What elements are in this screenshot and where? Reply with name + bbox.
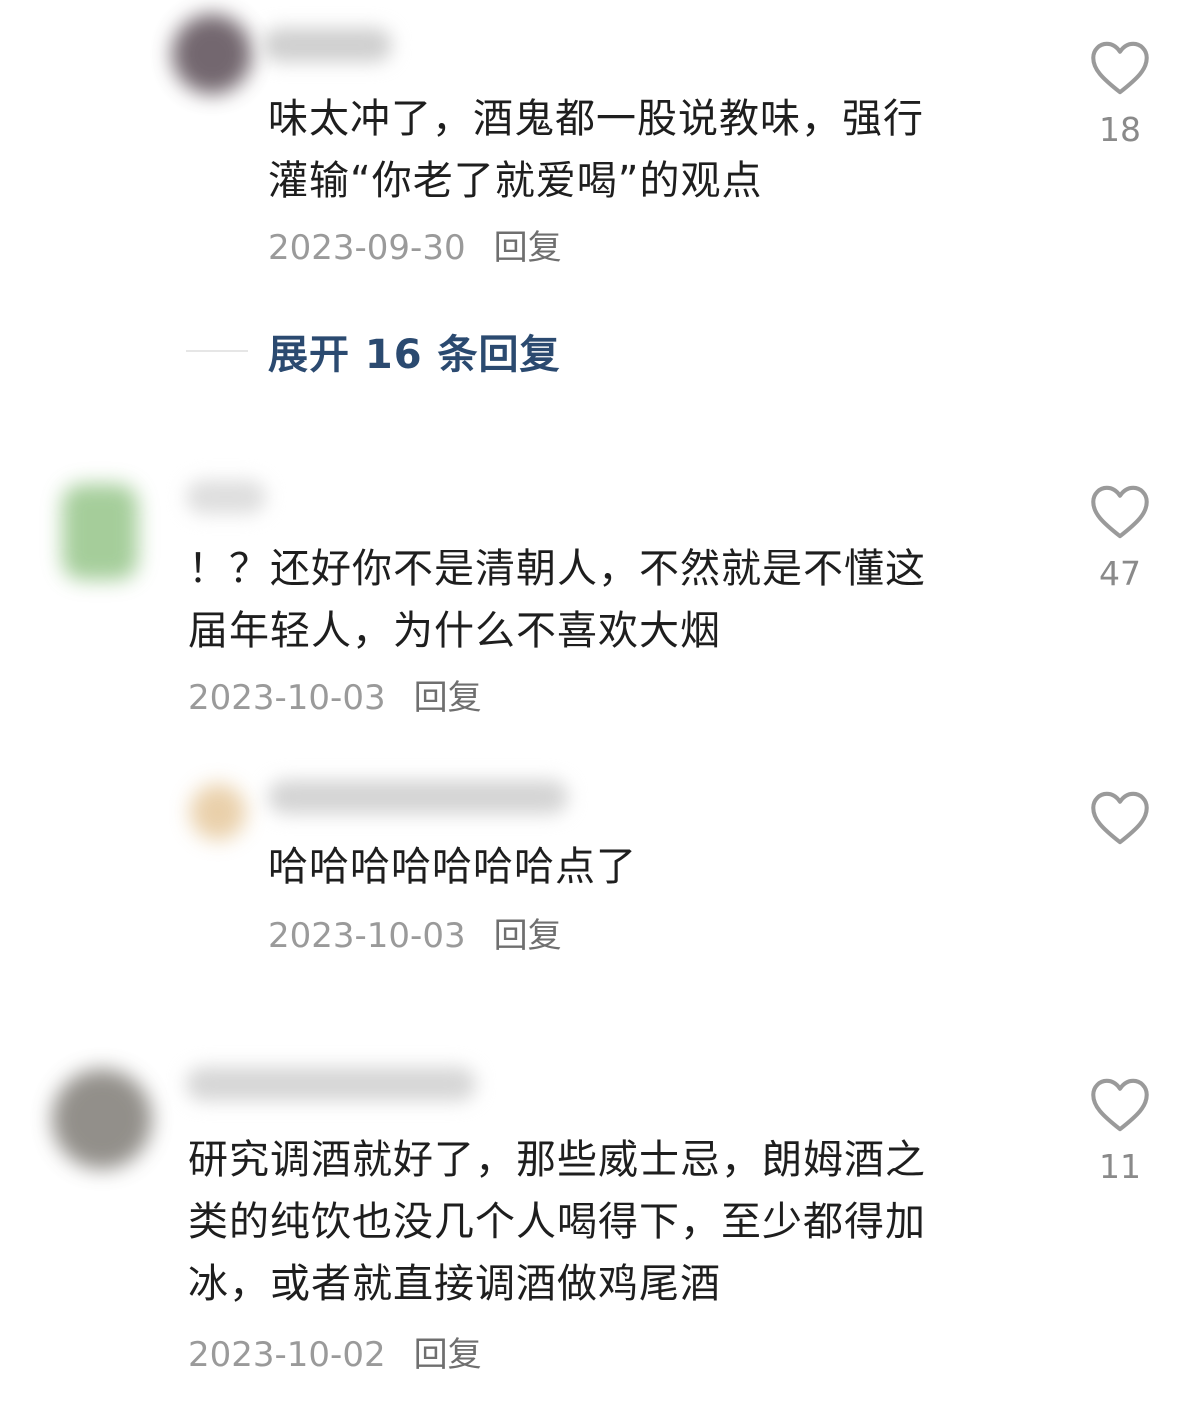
like-count: 47 (1099, 554, 1141, 593)
avatar[interactable] (62, 484, 138, 580)
like-button[interactable] (1090, 790, 1150, 846)
reply-button[interactable]: 回复 (494, 916, 562, 956)
expand-replies-label: 展开 16 条回复 (268, 332, 561, 378)
username-blurred[interactable] (262, 28, 392, 62)
like-button[interactable]: 11 (1090, 1077, 1150, 1186)
comment-meta: 2023-10-02 回复 (188, 1335, 482, 1375)
divider-line (186, 350, 248, 352)
comment-meta: 2023-09-30 回复 (268, 228, 562, 268)
comment-text: 味太冲了，酒鬼都一股说教味，强行 灌输“你老了就爱喝”的观点 (268, 96, 924, 204)
like-button[interactable]: 18 (1090, 40, 1150, 149)
like-count: 18 (1099, 110, 1141, 149)
comment-meta: 2023-10-03 回复 (188, 678, 482, 718)
heart-outline-icon (1091, 791, 1149, 845)
reply-button[interactable]: 回复 (494, 228, 562, 268)
like-count: 11 (1099, 1147, 1141, 1186)
reply-button[interactable]: 回复 (414, 678, 482, 718)
username-blurred[interactable] (268, 780, 568, 814)
comment-4: 研究调酒就好了，那些威士忌，朗姆酒之 类的纯饮也没几个人喝得下，至少都得加 冰，… (0, 1055, 1200, 1402)
comment-3: 哈哈哈哈哈哈哈点了 2023-10-03 回复 (0, 770, 1200, 990)
reply-button[interactable]: 回复 (414, 1335, 482, 1375)
comment-date: 2023-10-02 (188, 1335, 386, 1375)
comment-meta: 2023-10-03 回复 (268, 916, 562, 956)
avatar[interactable] (172, 14, 252, 94)
username-blurred[interactable] (186, 480, 266, 514)
expand-replies-button[interactable]: 展开 16 条回复 (186, 322, 561, 380)
comment-text: 研究调酒就好了，那些威士忌，朗姆酒之 类的纯饮也没几个人喝得下，至少都得加 冰，… (188, 1137, 926, 1307)
comment-date: 2023-09-30 (268, 228, 466, 268)
like-button[interactable]: 47 (1090, 484, 1150, 593)
comment-date: 2023-10-03 (268, 916, 466, 956)
username-blurred[interactable] (186, 1067, 476, 1101)
avatar[interactable] (190, 784, 246, 840)
comment-2: ！？还好你不是清朝人，不然就是不懂这 届年轻人，为什么不喜欢大烟 2023-10… (0, 470, 1200, 740)
comment-date: 2023-10-03 (188, 678, 386, 718)
heart-outline-icon (1091, 1078, 1149, 1132)
heart-outline-icon (1091, 485, 1149, 539)
comment-text: ！？还好你不是清朝人，不然就是不懂这 届年轻人，为什么不喜欢大烟 (188, 546, 926, 654)
comment-text: 哈哈哈哈哈哈哈点了 (268, 844, 637, 890)
heart-outline-icon (1091, 41, 1149, 95)
avatar[interactable] (52, 1069, 152, 1169)
comment-1: 味太冲了，酒鬼都一股说教味，强行 灌输“你老了就爱喝”的观点 2023-09-3… (0, 0, 1200, 300)
